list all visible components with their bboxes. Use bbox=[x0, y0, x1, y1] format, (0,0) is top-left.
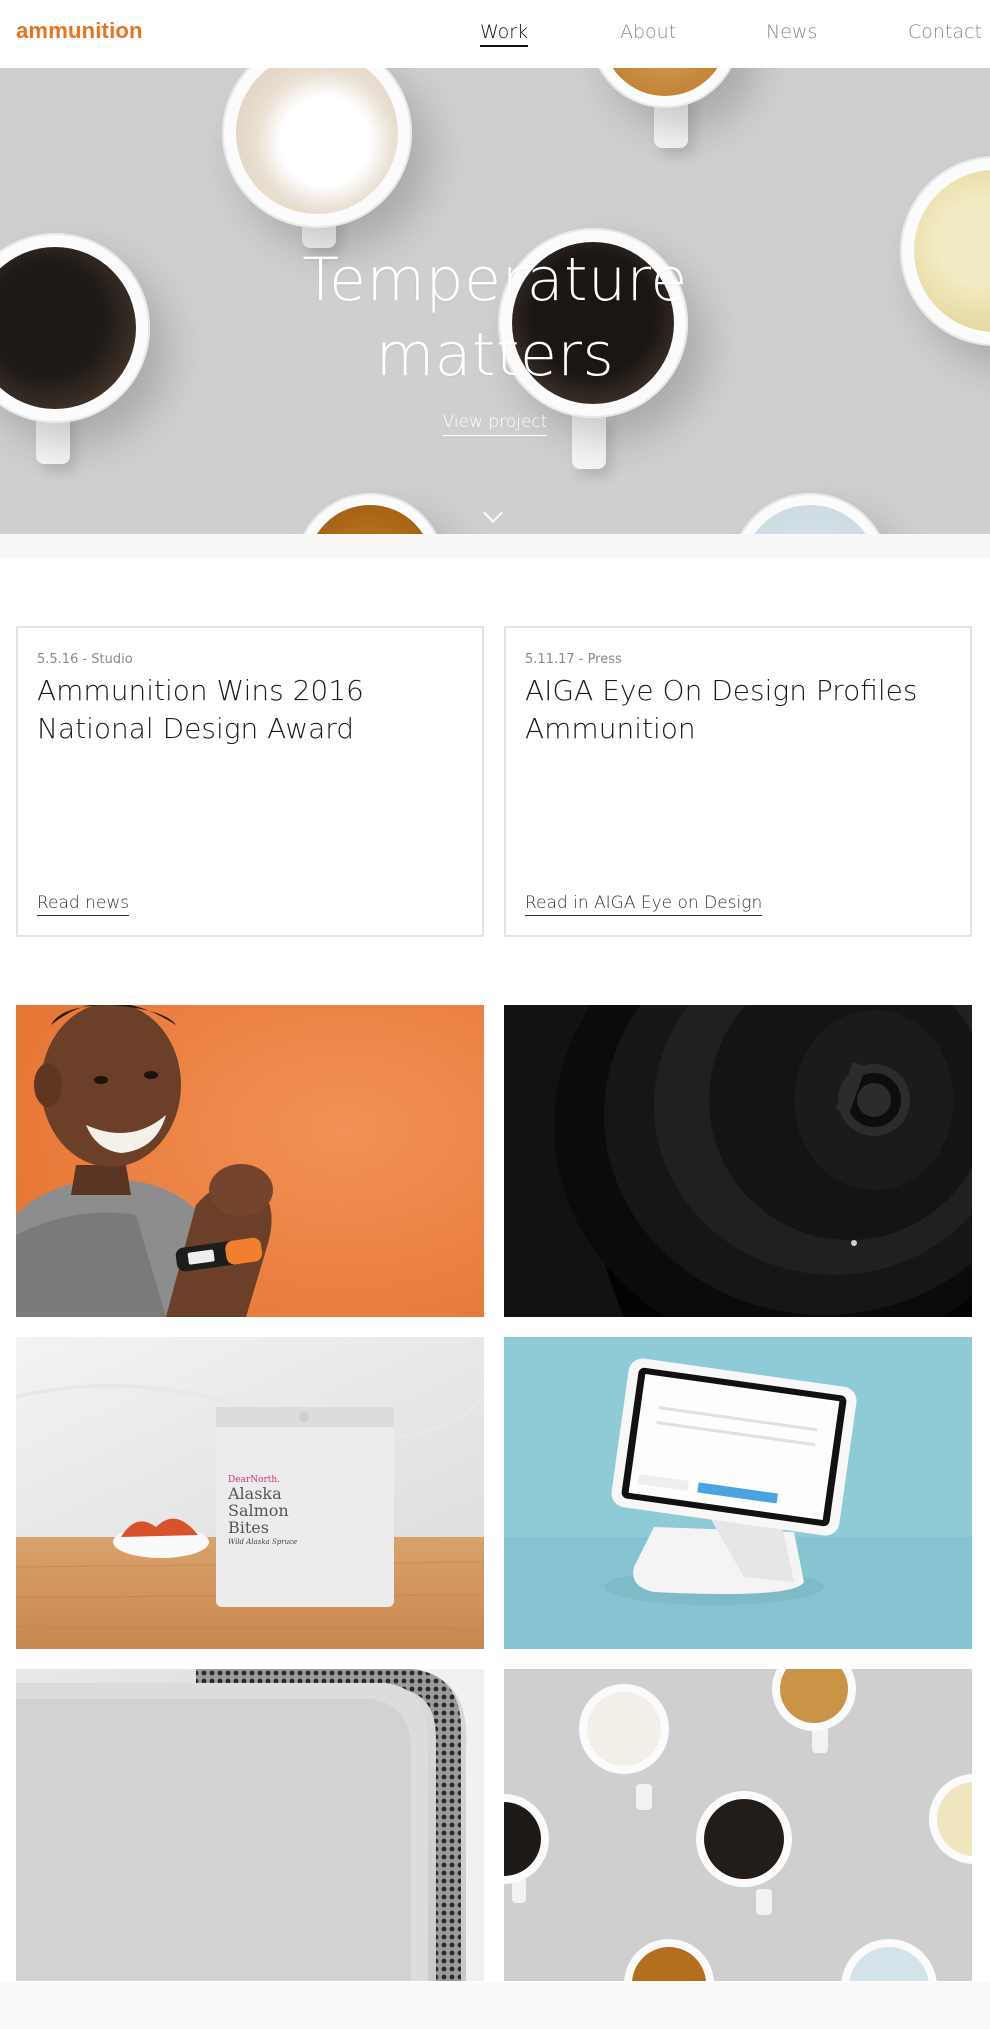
news-meta: 5.11.17 - Press bbox=[525, 652, 622, 667]
nav-contact[interactable]: Contact bbox=[908, 21, 982, 43]
nav-about[interactable]: About bbox=[620, 21, 676, 43]
hero-title-line2: matters bbox=[375, 320, 615, 390]
work-tile-coffee[interactable] bbox=[504, 1669, 972, 1981]
news-card[interactable]: 5.5.16 - Studio Ammunition Wins 2016 Nat… bbox=[16, 626, 484, 937]
nav-work[interactable]: Work bbox=[480, 21, 529, 47]
news-title: Ammunition Wins 2016 National Design Awa… bbox=[37, 674, 364, 745]
view-project-link[interactable]: View project bbox=[442, 412, 548, 436]
nav-news[interactable]: News bbox=[766, 21, 817, 43]
news-title: AIGA Eye On Design Profiles Ammunition bbox=[525, 674, 918, 745]
work-tile-fitness-band[interactable] bbox=[16, 1005, 484, 1317]
read-aiga-link[interactable]: Read in AIGA Eye on Design bbox=[525, 893, 763, 916]
logo[interactable]: ammunition bbox=[16, 18, 143, 44]
work-tile-packaging[interactable]: DearNorth. Alaska Salmon Bites Wild Alas… bbox=[16, 1337, 484, 1649]
fitness-band-kid-image bbox=[16, 1005, 484, 1317]
beats-headphones-image bbox=[504, 1005, 972, 1317]
work-tile-square-stand[interactable] bbox=[504, 1337, 972, 1649]
water-cup-bottom bbox=[730, 493, 890, 534]
package-line2: Salmon bbox=[228, 1501, 289, 1520]
chevron-down-icon[interactable] bbox=[483, 503, 503, 523]
package-flavor: Wild Alaska Spruce bbox=[228, 1538, 298, 1546]
site-header: ammunition Work About News Contact bbox=[0, 0, 990, 68]
work-tile-speaker[interactable] bbox=[16, 1669, 484, 1981]
read-news-link[interactable]: Read news bbox=[37, 893, 130, 916]
square-stand-image bbox=[504, 1337, 972, 1649]
package-line1: Alaska bbox=[228, 1484, 282, 1503]
hero-divider bbox=[0, 534, 990, 558]
package-line3: Bites bbox=[228, 1518, 269, 1537]
coffee-cups-image bbox=[504, 1669, 972, 1981]
news-card[interactable]: 5.11.17 - Press AIGA Eye On Design Profi… bbox=[504, 626, 972, 937]
tea-cup-top bbox=[590, 68, 740, 108]
latte-cup bbox=[222, 68, 412, 228]
hero-title-line1: Temperature bbox=[302, 245, 688, 315]
package-label: DearNorth. Alaska Salmon Bites Wild Alas… bbox=[228, 1475, 297, 1546]
tea-cup-bottom bbox=[295, 493, 445, 534]
news-meta: 5.5.16 - Studio bbox=[37, 652, 133, 667]
footer-area bbox=[0, 1982, 990, 2029]
work-tile-headphones[interactable] bbox=[504, 1005, 972, 1317]
hero-link-wrapper: View project bbox=[0, 412, 990, 436]
hero-banner[interactable]: Temperature matters View project bbox=[0, 68, 990, 534]
hero-title: Temperature matters bbox=[0, 243, 990, 393]
speaker-mesh-image bbox=[16, 1669, 484, 1981]
